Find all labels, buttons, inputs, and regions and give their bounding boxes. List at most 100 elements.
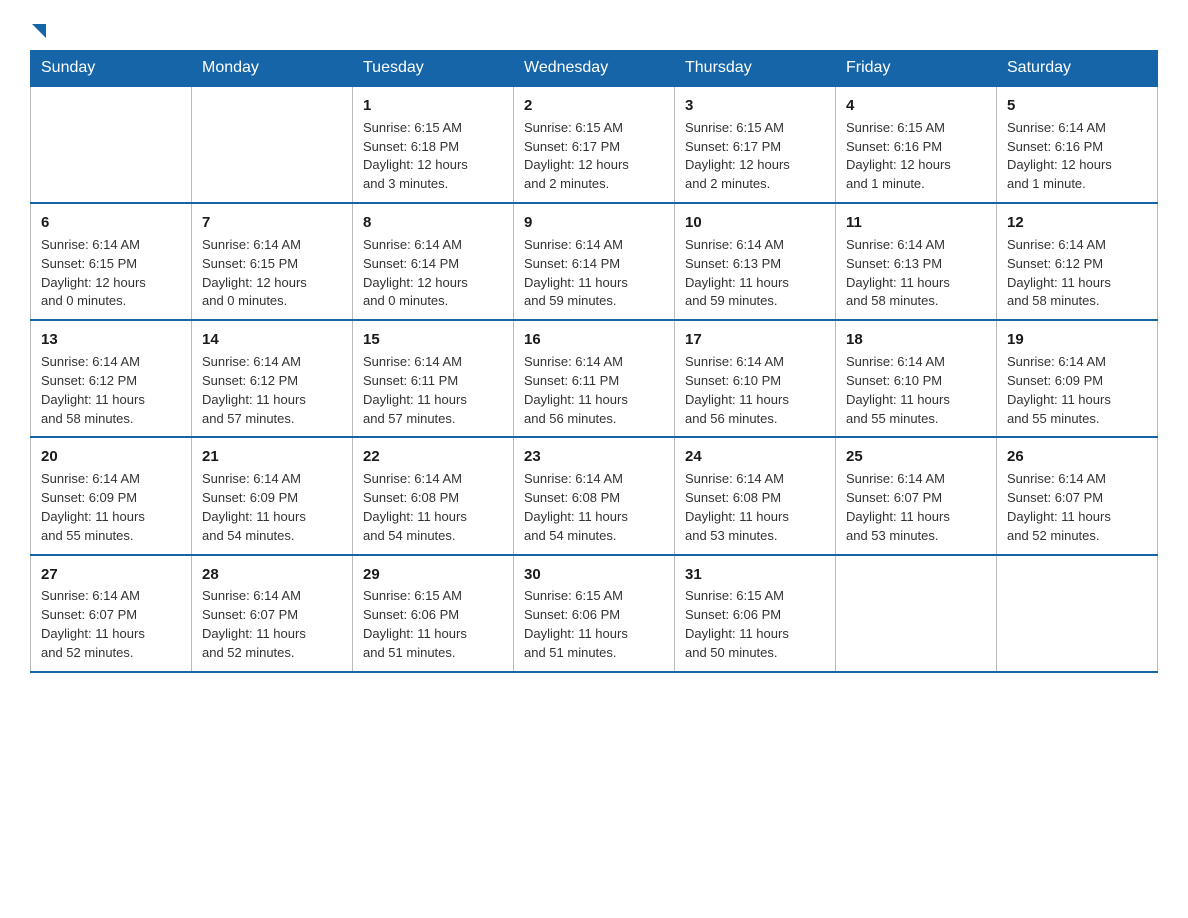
day-info-text: Sunset: 6:06 PM (363, 606, 503, 625)
day-info-text: Daylight: 11 hours (524, 508, 664, 527)
day-number: 31 (685, 564, 825, 586)
day-number: 17 (685, 329, 825, 351)
day-info-text: Sunset: 6:07 PM (41, 606, 181, 625)
day-info-text: Daylight: 11 hours (846, 274, 986, 293)
day-number: 22 (363, 446, 503, 468)
day-info-text: and 58 minutes. (1007, 292, 1147, 311)
day-info-text: Daylight: 12 hours (202, 274, 342, 293)
day-header-friday: Friday (836, 51, 997, 87)
day-number: 1 (363, 95, 503, 117)
day-number: 24 (685, 446, 825, 468)
day-header-sunday: Sunday (31, 51, 192, 87)
day-number: 10 (685, 212, 825, 234)
day-info-text: and 56 minutes. (685, 410, 825, 429)
calendar-header-row: SundayMondayTuesdayWednesdayThursdayFrid… (31, 51, 1158, 87)
calendar-cell: 17Sunrise: 6:14 AMSunset: 6:10 PMDayligh… (675, 320, 836, 437)
day-number: 26 (1007, 446, 1147, 468)
day-info-text: Daylight: 11 hours (363, 391, 503, 410)
day-info-text: Daylight: 12 hours (41, 274, 181, 293)
calendar-cell: 22Sunrise: 6:14 AMSunset: 6:08 PMDayligh… (353, 437, 514, 554)
day-info-text: Daylight: 11 hours (846, 391, 986, 410)
day-info-text: Sunrise: 6:14 AM (202, 353, 342, 372)
day-info-text: Sunset: 6:06 PM (685, 606, 825, 625)
day-info-text: Sunrise: 6:14 AM (202, 587, 342, 606)
day-info-text: Daylight: 11 hours (1007, 391, 1147, 410)
calendar-cell: 25Sunrise: 6:14 AMSunset: 6:07 PMDayligh… (836, 437, 997, 554)
day-info-text: Sunrise: 6:14 AM (524, 353, 664, 372)
day-info-text: and 52 minutes. (41, 644, 181, 663)
day-info-text: Daylight: 11 hours (685, 391, 825, 410)
day-number: 9 (524, 212, 664, 234)
day-number: 6 (41, 212, 181, 234)
day-info-text: Sunrise: 6:14 AM (41, 353, 181, 372)
day-info-text: Daylight: 11 hours (685, 508, 825, 527)
day-info-text: and 50 minutes. (685, 644, 825, 663)
day-info-text: Daylight: 11 hours (524, 625, 664, 644)
calendar-cell: 28Sunrise: 6:14 AMSunset: 6:07 PMDayligh… (192, 555, 353, 672)
day-info-text: Sunrise: 6:14 AM (363, 470, 503, 489)
day-info-text: Sunrise: 6:15 AM (524, 587, 664, 606)
day-info-text: Sunset: 6:12 PM (1007, 255, 1147, 274)
day-info-text: and 1 minute. (1007, 175, 1147, 194)
calendar-cell: 29Sunrise: 6:15 AMSunset: 6:06 PMDayligh… (353, 555, 514, 672)
calendar-cell: 20Sunrise: 6:14 AMSunset: 6:09 PMDayligh… (31, 437, 192, 554)
calendar-cell (836, 555, 997, 672)
day-number: 20 (41, 446, 181, 468)
day-info-text: Sunrise: 6:15 AM (685, 119, 825, 138)
day-info-text: and 58 minutes. (846, 292, 986, 311)
day-info-text: Sunrise: 6:15 AM (363, 119, 503, 138)
day-info-text: Sunset: 6:08 PM (685, 489, 825, 508)
day-number: 19 (1007, 329, 1147, 351)
day-info-text: Daylight: 12 hours (1007, 156, 1147, 175)
day-info-text: Sunrise: 6:14 AM (685, 236, 825, 255)
day-number: 23 (524, 446, 664, 468)
day-header-thursday: Thursday (675, 51, 836, 87)
calendar-cell (997, 555, 1158, 672)
day-info-text: Sunset: 6:17 PM (524, 138, 664, 157)
page-header (30, 20, 1158, 34)
day-info-text: and 56 minutes. (524, 410, 664, 429)
day-info-text: Daylight: 12 hours (363, 274, 503, 293)
day-info-text: Daylight: 11 hours (202, 625, 342, 644)
calendar-cell: 23Sunrise: 6:14 AMSunset: 6:08 PMDayligh… (514, 437, 675, 554)
day-number: 25 (846, 446, 986, 468)
day-info-text: and 54 minutes. (202, 527, 342, 546)
day-number: 21 (202, 446, 342, 468)
day-info-text: Sunrise: 6:14 AM (524, 236, 664, 255)
calendar-week-row: 13Sunrise: 6:14 AMSunset: 6:12 PMDayligh… (31, 320, 1158, 437)
day-info-text: Sunrise: 6:14 AM (41, 470, 181, 489)
day-info-text: Daylight: 11 hours (685, 274, 825, 293)
calendar-week-row: 6Sunrise: 6:14 AMSunset: 6:15 PMDaylight… (31, 203, 1158, 320)
day-info-text: Sunset: 6:15 PM (202, 255, 342, 274)
day-info-text: Sunset: 6:16 PM (846, 138, 986, 157)
day-info-text: Sunset: 6:12 PM (41, 372, 181, 391)
day-info-text: Sunrise: 6:15 AM (685, 587, 825, 606)
calendar-cell: 4Sunrise: 6:15 AMSunset: 6:16 PMDaylight… (836, 86, 997, 203)
day-info-text: Sunrise: 6:14 AM (202, 470, 342, 489)
calendar-week-row: 1Sunrise: 6:15 AMSunset: 6:18 PMDaylight… (31, 86, 1158, 203)
day-info-text: Daylight: 12 hours (846, 156, 986, 175)
day-info-text: Daylight: 12 hours (685, 156, 825, 175)
day-number: 8 (363, 212, 503, 234)
calendar-cell: 21Sunrise: 6:14 AMSunset: 6:09 PMDayligh… (192, 437, 353, 554)
day-info-text: Sunset: 6:14 PM (363, 255, 503, 274)
day-info-text: Sunset: 6:11 PM (524, 372, 664, 391)
day-info-text: and 51 minutes. (524, 644, 664, 663)
calendar-cell: 18Sunrise: 6:14 AMSunset: 6:10 PMDayligh… (836, 320, 997, 437)
day-info-text: and 55 minutes. (1007, 410, 1147, 429)
day-number: 28 (202, 564, 342, 586)
day-info-text: Sunrise: 6:14 AM (41, 587, 181, 606)
calendar-cell: 7Sunrise: 6:14 AMSunset: 6:15 PMDaylight… (192, 203, 353, 320)
day-info-text: Sunrise: 6:14 AM (846, 470, 986, 489)
day-number: 3 (685, 95, 825, 117)
day-info-text: Sunrise: 6:14 AM (1007, 236, 1147, 255)
calendar-cell: 24Sunrise: 6:14 AMSunset: 6:08 PMDayligh… (675, 437, 836, 554)
calendar-cell: 3Sunrise: 6:15 AMSunset: 6:17 PMDaylight… (675, 86, 836, 203)
day-info-text: Daylight: 12 hours (363, 156, 503, 175)
calendar-cell: 1Sunrise: 6:15 AMSunset: 6:18 PMDaylight… (353, 86, 514, 203)
day-info-text: Sunrise: 6:14 AM (1007, 353, 1147, 372)
day-info-text: Sunrise: 6:14 AM (685, 353, 825, 372)
day-info-text: and 58 minutes. (41, 410, 181, 429)
day-info-text: and 2 minutes. (524, 175, 664, 194)
logo (30, 20, 46, 34)
